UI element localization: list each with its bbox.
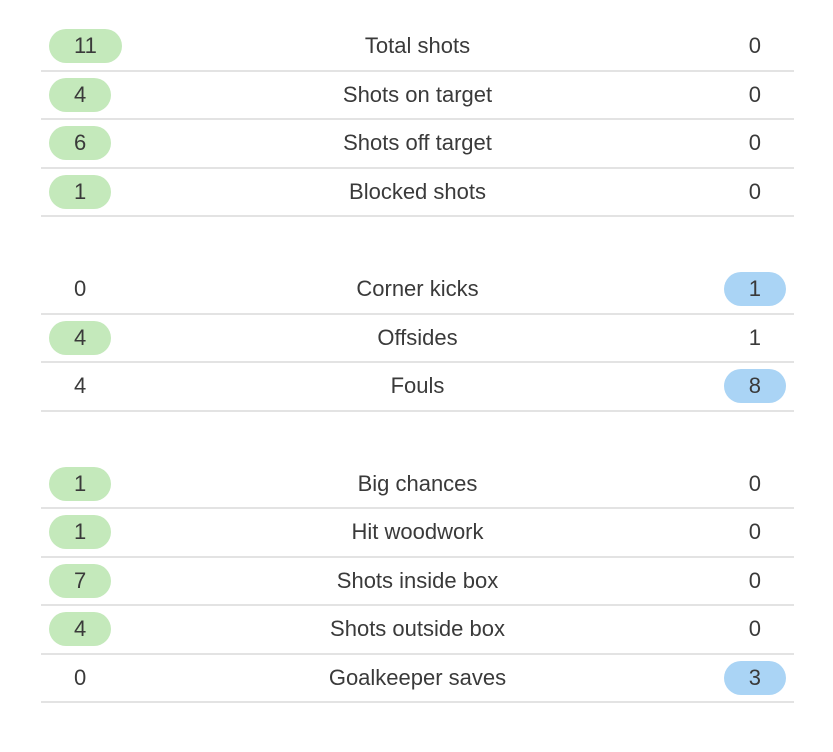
stat-group: 0 Corner kicks 1 4 Offsides 1 4 Fouls 8 — [41, 266, 794, 412]
stat-label: Corner kicks — [356, 276, 479, 302]
stat-row: 4 Offsides 1 — [41, 315, 794, 363]
stat-label: Shots outside box — [330, 616, 505, 642]
stat-row: 6 Shots off target 0 — [41, 120, 794, 169]
away-value: 0 — [748, 178, 761, 204]
stat-row: 4 Fouls 8 — [41, 363, 794, 412]
away-value: 1 — [723, 272, 786, 307]
stat-label: Shots on target — [342, 81, 493, 107]
away-value: 0 — [748, 130, 761, 156]
stat-label: Shots off target — [343, 130, 492, 156]
stat-label: Big chances — [357, 470, 478, 496]
stat-label: Blocked shots — [349, 178, 486, 204]
away-value: 0 — [748, 616, 761, 642]
stat-group: 1 Big chances 0 1 Hit woodwork 0 7 Shots inside… — [41, 461, 794, 703]
stat-row: 0 Corner kicks 1 — [41, 266, 794, 315]
match-statistics: 11 Total shots 0 4 Shots on target 0 6 Shots of… — [41, 23, 794, 752]
away-value: 3 — [723, 660, 786, 695]
stat-label: Fouls — [390, 373, 445, 399]
stat-row: 7 Shots inside box 0 — [41, 558, 794, 606]
away-value: 0 — [748, 470, 761, 496]
away-value: 8 — [723, 369, 786, 404]
stat-label: Shots inside box — [336, 567, 499, 593]
stat-label: Hit woodwork — [351, 519, 484, 545]
stat-row: 4 Shots on target 0 — [41, 72, 794, 120]
stat-group: 11 Total shots 0 4 Shots on target 0 6 Shots of… — [41, 23, 794, 217]
stat-row: 1 Hit woodwork 0 — [41, 509, 794, 558]
stat-label: Total shots — [364, 33, 471, 59]
away-value: 0 — [748, 81, 761, 107]
stat-row: 0 Goalkeeper saves 3 — [41, 655, 794, 703]
stat-row: 1 Big chances 0 — [41, 461, 794, 509]
away-value: 1 — [748, 324, 761, 350]
stat-row: 11 Total shots 0 — [41, 23, 794, 72]
stat-row: 4 Shots outside box 0 — [41, 606, 794, 655]
stat-label: Goalkeeper saves — [328, 664, 507, 690]
away-value: 0 — [748, 519, 761, 545]
stat-row: 1 Blocked shots 0 — [41, 169, 794, 217]
stat-label: Offsides — [377, 324, 458, 350]
away-value: 0 — [748, 33, 761, 59]
away-value: 0 — [748, 567, 761, 593]
